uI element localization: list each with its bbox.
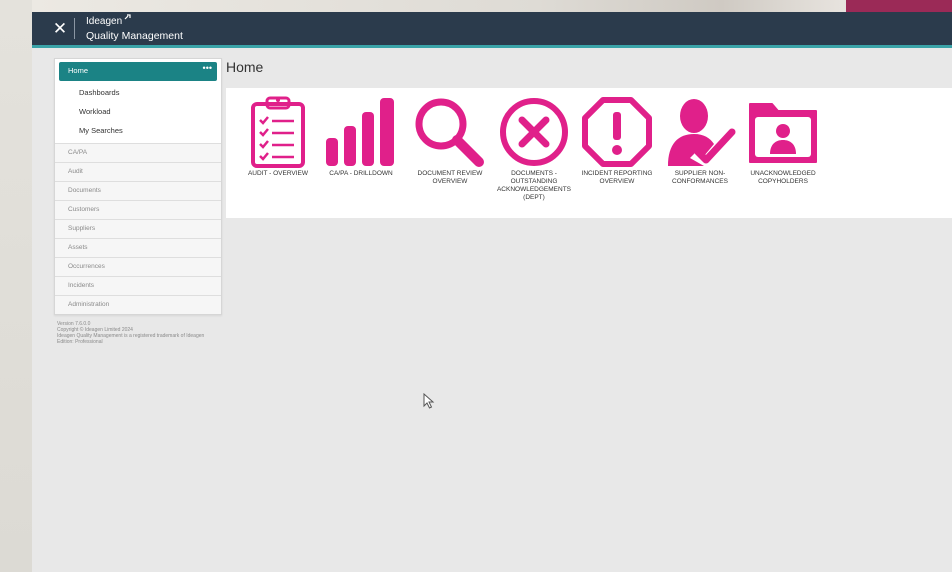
top-bar: ✕ Ideagen Quality Management xyxy=(32,12,952,48)
tile-label: UNACKNOWLEDGED COPYHOLDERS xyxy=(750,170,816,185)
sidebar-item-audit[interactable]: Audit xyxy=(55,162,221,181)
sidebar-item-suppliers[interactable]: Suppliers xyxy=(55,219,221,238)
sidebar-item-documents[interactable]: Documents xyxy=(55,181,221,200)
magnifier-icon xyxy=(415,98,484,167)
tile-capa-drilldown[interactable]: CA/PA - DRILLDOWN xyxy=(321,96,401,178)
desktop-background-top xyxy=(32,0,952,12)
sidebar-item-administration[interactable]: Administration xyxy=(55,295,221,314)
tile-audit-overview[interactable]: AUDIT - OVERVIEW xyxy=(238,96,318,178)
header-divider xyxy=(74,18,75,39)
tile-incident-reporting-overview[interactable]: INCIDENT REPORTING OVERVIEW xyxy=(577,96,657,186)
desktop-background-accent xyxy=(846,0,952,12)
sidebar-subitem-my-searches[interactable]: My Searches xyxy=(55,121,221,140)
more-options-icon[interactable]: ••• xyxy=(203,63,212,73)
tile-supplier-non-conformances[interactable]: SUPPLIER NON-CONFORMANCES xyxy=(660,96,740,186)
tile-label: CA/PA - DRILLDOWN xyxy=(329,170,393,177)
mouse-pointer-icon xyxy=(423,392,435,414)
sidebar-item-occurrences[interactable]: Occurrences xyxy=(55,257,221,276)
edition-text: Edition: Professional xyxy=(57,339,103,345)
person-check-icon xyxy=(668,99,736,166)
octagon-alert-icon xyxy=(582,97,652,167)
tile-unacknowledged-copyholders[interactable]: UNACKNOWLEDGED COPYHOLDERS xyxy=(743,96,823,186)
page-title: Home xyxy=(226,59,264,75)
sidebar-item-home[interactable]: Home ••• xyxy=(59,62,217,81)
sidebar-item-incidents[interactable]: Incidents xyxy=(55,276,221,295)
tile-label: SUPPLIER NON-CONFORMANCES xyxy=(672,170,728,185)
tile-document-review-overview[interactable]: DOCUMENT REVIEW OVERVIEW xyxy=(410,96,490,186)
sidebar-subitem-workload[interactable]: Workload xyxy=(55,102,221,121)
tile-label: AUDIT - OVERVIEW xyxy=(247,170,309,177)
dashboard-tiles-panel: AUDIT - OVERVIEW CA/PA - DRILLDOWN DOCUM… xyxy=(226,88,952,218)
sidebar-item-capa[interactable]: CA/PA xyxy=(55,143,221,162)
version-info: Version 7.6.0.0 Copyright © Ideagen Limi… xyxy=(57,321,217,345)
tile-label: DOCUMENTS - OUTSTANDING ACKNOWLEDGEMENTS… xyxy=(496,170,572,201)
tile-documents-outstanding-acknowledgements[interactable]: DOCUMENTS - OUTSTANDING ACKNOWLEDGEMENTS… xyxy=(494,96,574,202)
app-window: ✕ Ideagen Quality Management Home ••• Da… xyxy=(32,12,952,572)
sidebar: Home ••• Dashboards Workload My Searches… xyxy=(54,58,222,315)
desktop-background-left xyxy=(0,0,32,572)
bar-chart-icon xyxy=(326,98,394,166)
sidebar-item-customers[interactable]: Customers xyxy=(55,200,221,219)
circle-x-icon xyxy=(500,98,568,166)
folder-person-icon xyxy=(749,103,817,163)
product-name: Quality Management xyxy=(86,30,183,42)
sidebar-subitem-dashboards[interactable]: Dashboards xyxy=(55,83,221,102)
sidebar-item-label: Home xyxy=(68,66,89,75)
sidebar-item-assets[interactable]: Assets xyxy=(55,238,221,257)
brand-mark-icon xyxy=(124,13,132,23)
tile-label: DOCUMENT REVIEW OVERVIEW xyxy=(417,170,483,185)
close-icon[interactable]: ✕ xyxy=(50,19,70,39)
brand-name: Ideagen xyxy=(86,16,123,27)
tile-label: INCIDENT REPORTING OVERVIEW xyxy=(581,170,653,185)
clipboard-checklist-icon xyxy=(251,96,305,168)
